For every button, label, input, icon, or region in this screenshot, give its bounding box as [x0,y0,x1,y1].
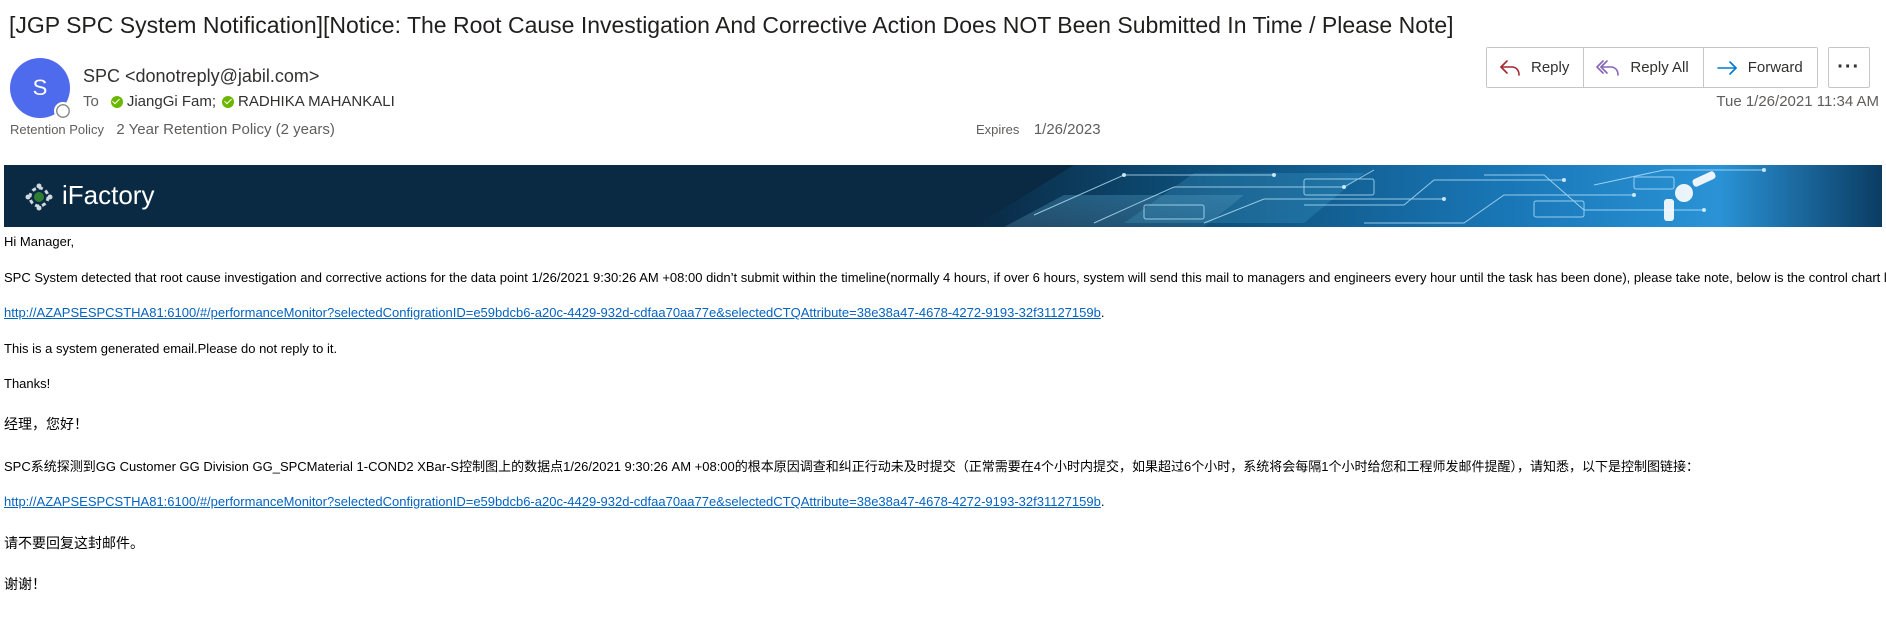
presence-status-icon [54,102,72,120]
greeting-cn: 经理，您好！ [4,416,88,432]
recipient-name: JiangGi Fam; [126,93,217,110]
system-note-cn: 请不要回复这封邮件。 [4,535,144,551]
recipient[interactable]: JiangGi Fam; [110,93,217,110]
forward-label: Forward [1747,59,1803,76]
forward-arrow-icon [1716,60,1737,75]
chart-link-en-line: http://AZAPSESPCSTHA81:6100/#/performanc… [4,305,1104,320]
avatar-initial: S [32,75,48,100]
expires-label: Expires [976,122,1020,137]
reply-label: Reply [1531,59,1570,76]
link-suffix: . [1100,494,1105,509]
control-chart-link-cn[interactable]: http://AZAPSESPCSTHA81:6100/#/performanc… [4,494,1101,509]
available-check-icon [110,95,123,108]
message-actions: Reply Reply All Forward ··· [1486,47,1870,88]
body-paragraph-cn: SPC系统探测到GG Customer GG Division GG_SPCMa… [4,459,1699,474]
available-check-icon [222,95,235,108]
control-chart-link-en[interactable]: http://AZAPSESPCSTHA81:6100/#/performanc… [4,305,1101,320]
reply-all-label: Reply All [1630,59,1689,76]
thanks-cn: 谢谢！ [4,576,46,592]
recipient[interactable]: RADHIKA MAHANKALI [222,93,395,110]
expires-value: 1/26/2023 [1033,121,1101,138]
forward-button[interactable]: Forward [1703,48,1817,87]
reply-arrow-icon [1500,59,1520,76]
reply-actions-group: Reply Reply All Forward [1486,47,1818,88]
reply-button[interactable]: Reply [1487,48,1585,87]
ifactory-banner: iFactory [4,165,1882,227]
link-suffix: . [1100,305,1105,320]
retention-policy: Retention Policy 2 Year Retention Policy… [10,121,335,139]
chart-link-cn-line: http://AZAPSESPCSTHA81:6100/#/performanc… [4,494,1104,509]
received-date: Tue 1/26/2021 11:34 AM [1716,93,1879,110]
more-options-icon: ··· [1837,56,1861,78]
system-note-en: This is a system generated email.Please … [4,341,338,356]
thanks-en: Thanks! [4,376,51,391]
recipients-line: To JiangGi Fam; RADHIKA MAHANKALI [83,93,395,110]
greeting-en: Hi Manager, [4,234,75,249]
more-options-button[interactable]: ··· [1827,47,1870,88]
banner-title: iFactory [62,180,155,210]
expiry-info: Expires 1/26/2023 [976,121,1101,139]
body-paragraph-en: SPC System detected that root cause inve… [4,270,1886,285]
sender-name[interactable]: SPC <donotreply@jabil.com> [83,66,319,87]
ifactory-gear-logo-icon [25,183,53,211]
retention-value: 2 Year Retention Policy (2 years) [116,121,335,138]
reply-all-button[interactable]: Reply All [1584,48,1704,87]
reply-all-arrow-icon [1596,59,1620,76]
sender-avatar[interactable]: S [10,58,72,120]
banner-circuit-graphic [974,165,1882,227]
recipient-name: RADHIKA MAHANKALI [238,93,395,110]
retention-label: Retention Policy [10,122,104,137]
email-subject: [JGP SPC System Notification][Notice: Th… [9,12,1454,38]
to-label: To [83,93,99,110]
